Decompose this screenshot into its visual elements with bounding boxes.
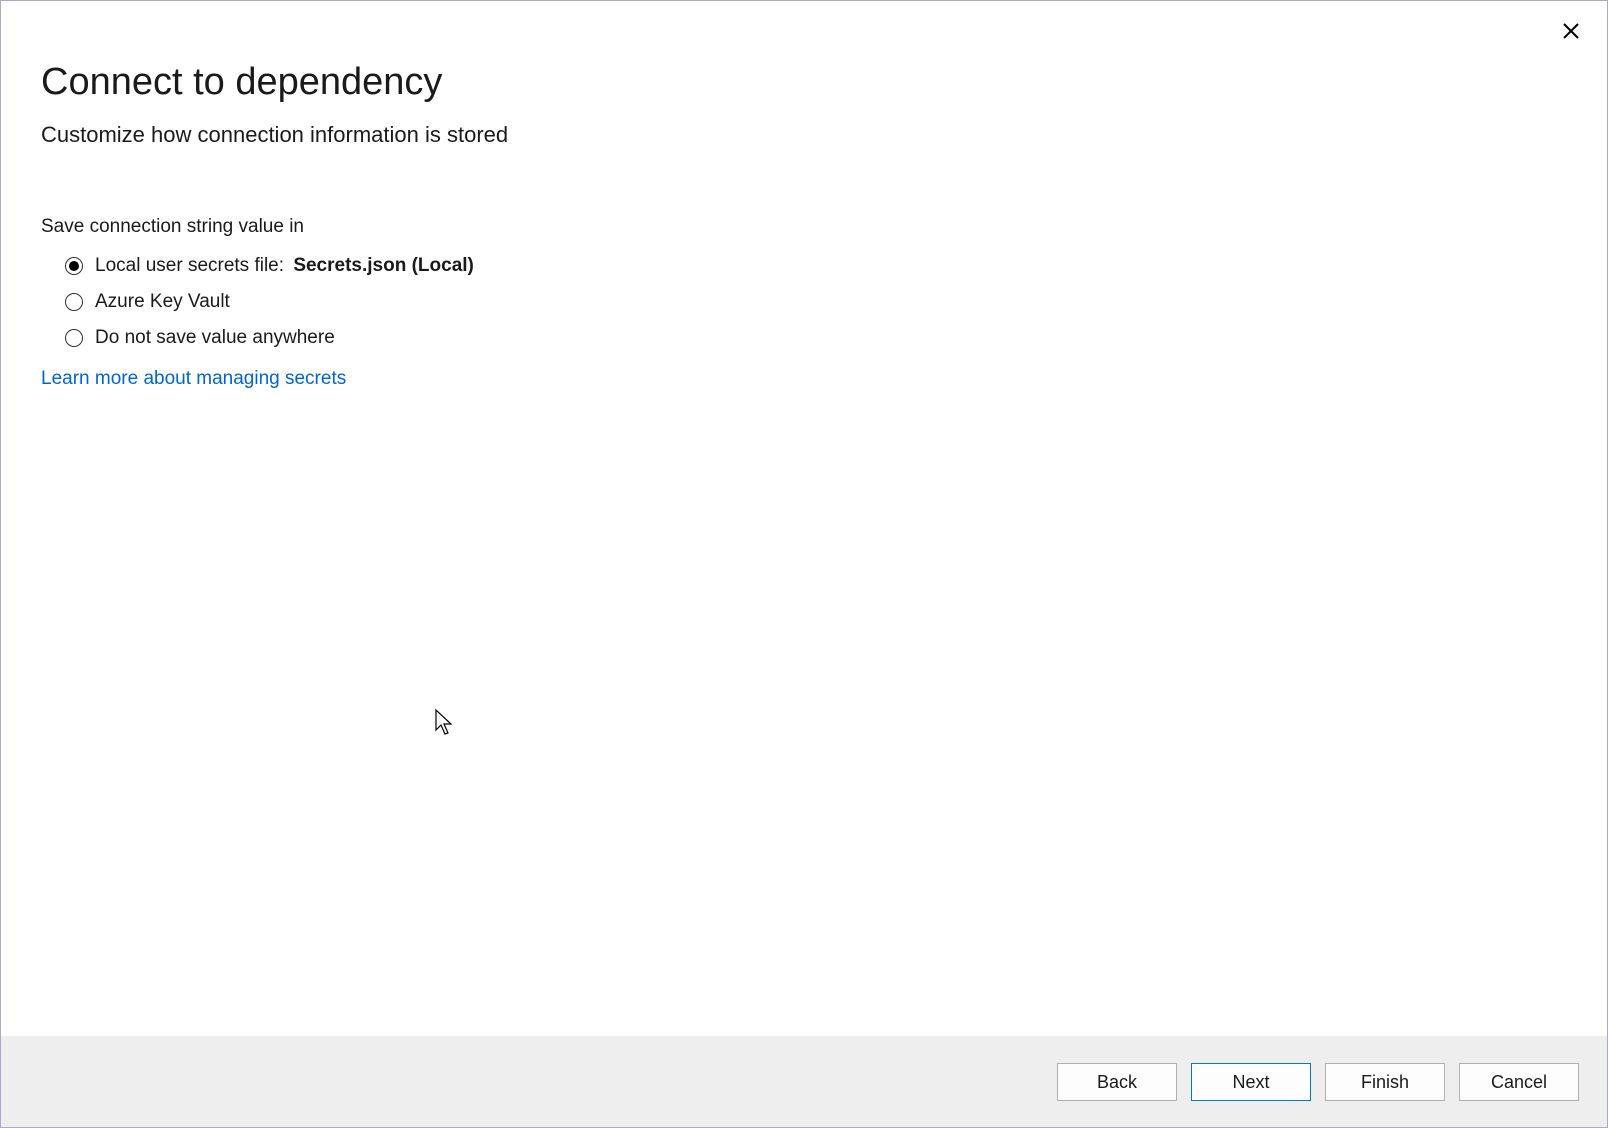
radio-option-azure-key-vault[interactable]: Azure Key Vault <box>65 288 1567 316</box>
close-button[interactable] <box>1559 19 1583 43</box>
connect-dependency-dialog: Connect to dependency Customize how conn… <box>0 0 1608 1128</box>
dialog-title: Connect to dependency <box>41 61 1567 104</box>
radio-icon <box>65 293 83 311</box>
close-icon <box>1563 23 1579 39</box>
next-button[interactable]: Next <box>1191 1063 1311 1101</box>
radio-option-local-secrets[interactable]: Local user secrets file: Secrets.json (L… <box>65 252 1567 280</box>
section-label: Save connection string value in <box>41 216 1567 238</box>
radio-option-do-not-save[interactable]: Do not save value anywhere <box>65 324 1567 352</box>
radio-group-save-location: Local user secrets file: Secrets.json (L… <box>41 252 1567 352</box>
dialog-subtitle: Customize how connection information is … <box>41 122 1567 148</box>
finish-button[interactable]: Finish <box>1325 1063 1445 1101</box>
radio-icon <box>65 329 83 347</box>
radio-label: Local user secrets file: Secrets.json (L… <box>95 255 474 277</box>
dialog-content: Connect to dependency Customize how conn… <box>1 1 1607 1036</box>
cancel-button[interactable]: Cancel <box>1459 1063 1579 1101</box>
dialog-footer: Back Next Finish Cancel <box>1 1036 1607 1127</box>
radio-label: Do not save value anywhere <box>95 327 335 349</box>
learn-more-link[interactable]: Learn more about managing secrets <box>41 368 346 390</box>
radio-label: Azure Key Vault <box>95 291 230 313</box>
back-button[interactable]: Back <box>1057 1063 1177 1101</box>
radio-icon <box>65 257 83 275</box>
